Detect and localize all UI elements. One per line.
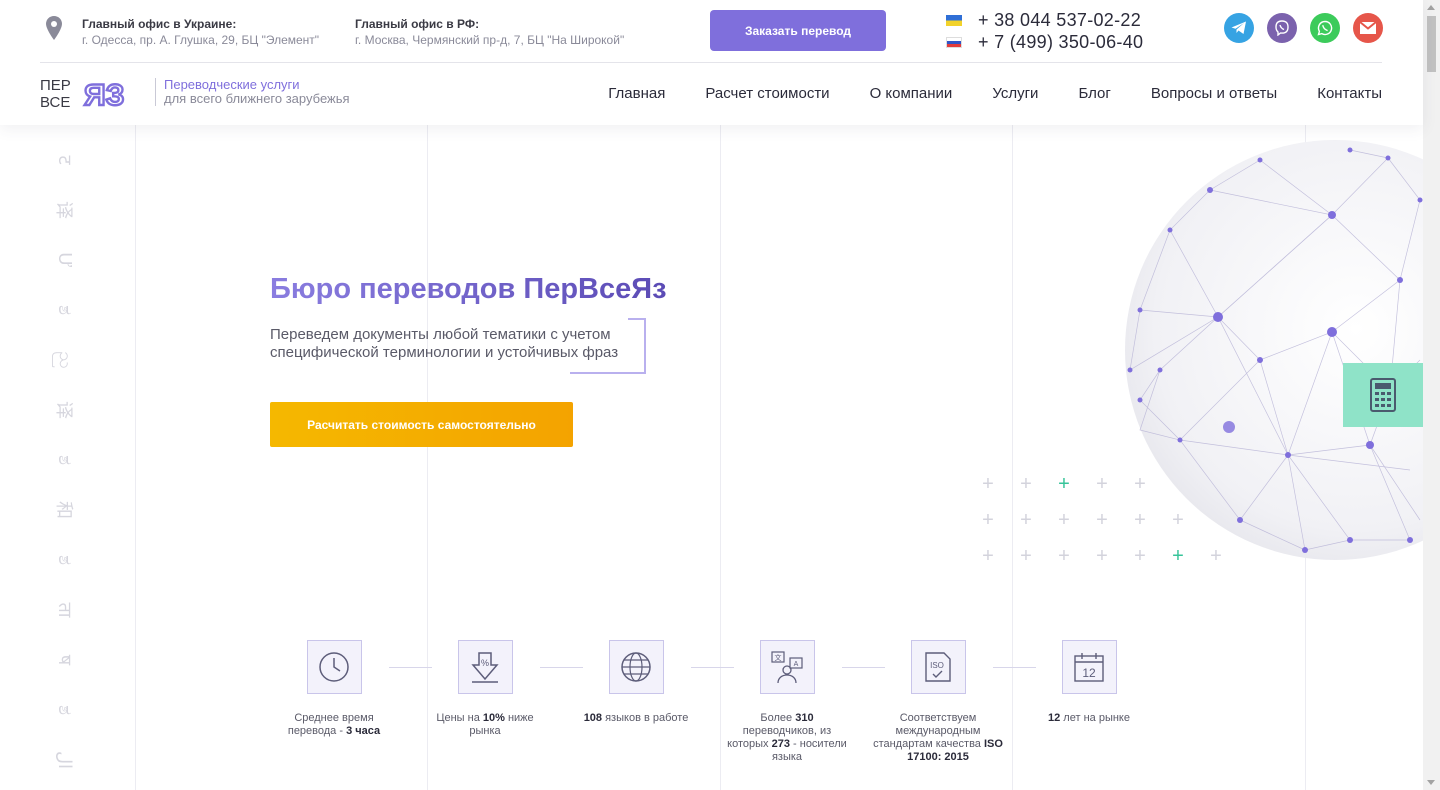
decorative-glyph: ष — [55, 654, 75, 666]
grid-line — [135, 125, 136, 790]
russia-office-address: г. Москва, Чермянский пр-д, 7, БЦ "На Ши… — [355, 33, 625, 47]
phone-ukraine[interactable]: + 38 044 537-02-22 — [946, 9, 1143, 31]
decorative-glyph: ည — [56, 351, 77, 369]
feature-text: 108 языков в работе — [583, 712, 689, 724]
feature-iso: ISO Соответствуем международным стандарт… — [873, 640, 1003, 764]
decorative-glyph: ता — [55, 602, 75, 618]
scrollbar-thumb[interactable] — [1427, 16, 1436, 72]
ukraine-flag-icon — [946, 14, 962, 26]
grid-line — [720, 125, 721, 790]
decorative-glyph: ಶ — [55, 555, 76, 565]
phone-russia[interactable]: + 7 (499) 350-06-40 — [946, 31, 1143, 53]
feature-years: 12 12 лет на рынке — [1024, 640, 1154, 725]
ukraine-office: Главный офис в Украине: г. Одесса, пр. А… — [82, 16, 319, 48]
clock-icon — [306, 640, 362, 694]
logo-line1: ПЕР — [40, 77, 71, 94]
feature-translators: 文A Более 310 переводчиков, из которых 27… — [722, 640, 852, 764]
russia-office: Главный офис в РФ: г. Москва, Чермянский… — [355, 16, 624, 48]
ukraine-office-address: г. Одесса, пр. А. Глушка, 29, БЦ "Элемен… — [82, 33, 320, 47]
decorative-glyph: 译 — [54, 201, 74, 219]
decorative-glyph: Ư — [55, 252, 76, 268]
hero-subtitle: Переведем документы любой тематики с уче… — [270, 326, 619, 361]
globe-icon — [608, 640, 664, 694]
header-divider — [40, 62, 1382, 63]
nav-item-home[interactable]: Главная — [608, 85, 665, 102]
decorative-glyph: ಶ — [55, 305, 76, 315]
map-pin-icon — [46, 16, 62, 40]
tagline: Переводческие услуги для всего ближнего … — [164, 78, 350, 106]
logo-mark: ЯЗ — [84, 79, 124, 110]
svg-text:ISO: ISO — [930, 661, 944, 670]
tagline-line1: Переводческие услуги — [164, 77, 300, 92]
site-logo[interactable]: ПЕР ВСЕ ЯЗ — [40, 76, 148, 113]
viber-icon[interactable] — [1267, 13, 1297, 43]
feature-text: Среднее время перевода - 3 часа — [287, 712, 381, 737]
translator-icon: 文A — [759, 640, 815, 694]
iso-icon: ISO — [910, 640, 966, 694]
telegram-icon[interactable] — [1224, 13, 1254, 43]
svg-text:A: A — [794, 661, 799, 668]
russia-office-title: Главный офис в РФ: — [355, 17, 480, 31]
calendar-number: 12 — [1082, 666, 1096, 680]
main-nav: Главная Расчет стоимости О компании Услу… — [608, 85, 1382, 102]
calculator-icon — [1370, 378, 1396, 412]
nav-item-pricing[interactable]: Расчет стоимости — [705, 85, 829, 102]
grid-line — [1012, 125, 1013, 790]
nav-item-about[interactable]: О компании — [870, 85, 953, 102]
logo-separator — [155, 78, 156, 106]
social-links — [1224, 13, 1383, 43]
phone-number[interactable]: + 38 044 537-02-22 — [978, 10, 1141, 31]
gmail-icon[interactable] — [1353, 13, 1383, 43]
scroll-up-icon[interactable] — [1427, 5, 1435, 10]
decorative-glyph: ट — [55, 155, 75, 165]
feature-languages: 108 языков в работе — [571, 640, 701, 725]
feature-text: 12 лет на рынке — [1048, 712, 1130, 724]
calculate-cost-button[interactable]: Расчитать стоимость самостоятельно — [270, 402, 573, 447]
phone-list: + 38 044 537-02-22 + 7 (499) 350-06-40 — [946, 9, 1143, 53]
decorative-glyph-column: ट 译 Ư ಶ ည 译 ಶ 和 ಶ ता ष ಶ ال — [50, 135, 80, 785]
decorative-glyph: 译 — [54, 401, 74, 419]
decorative-glyph: 和 — [54, 501, 74, 519]
russia-flag-icon — [946, 36, 962, 48]
logo-line2: ВСЕ — [40, 94, 70, 110]
feature-prices: % Цены на 10% ниже рынка — [420, 640, 550, 738]
hero-title: Бюро переводов ПерВсеЯз — [270, 273, 667, 305]
svg-text:%: % — [481, 658, 489, 668]
percent-down-icon: % — [457, 640, 513, 694]
nav-item-faq[interactable]: Вопросы и ответы — [1151, 85, 1277, 102]
calculator-widget-button[interactable] — [1343, 363, 1423, 427]
ukraine-office-title: Главный офис в Украине: — [82, 17, 237, 31]
feature-text: Цены на 10% ниже рынка — [436, 712, 534, 737]
decorative-glyph: ال — [55, 750, 76, 770]
decorative-glyph: ಶ — [55, 705, 76, 715]
nav-item-contacts[interactable]: Контакты — [1317, 85, 1382, 102]
feature-text: Более 310 переводчиков, из которых 273 -… — [727, 712, 847, 763]
svg-text:文: 文 — [775, 653, 782, 662]
order-translation-button[interactable]: Заказать перевод — [710, 10, 886, 51]
decorative-glyph: ಶ — [55, 455, 76, 465]
nav-item-services[interactable]: Услуги — [992, 85, 1038, 102]
whatsapp-icon[interactable] — [1310, 13, 1340, 43]
nav-item-blog[interactable]: Блог — [1078, 85, 1110, 102]
network-globe-illustration — [1120, 140, 1423, 570]
scroll-down-icon[interactable] — [1427, 780, 1435, 785]
feature-text: Соответствуем международным стандартам к… — [873, 712, 1003, 763]
site-header: Главный офис в Украине: г. Одесса, пр. А… — [0, 0, 1423, 125]
calendar-icon: 12 — [1061, 640, 1117, 694]
feature-turnaround: Среднее время перевода - 3 часа — [269, 640, 399, 738]
vertical-scrollbar[interactable] — [1423, 0, 1440, 790]
tagline-line2: для всего ближнего зарубежья — [164, 91, 350, 106]
phone-number[interactable]: + 7 (499) 350-06-40 — [978, 32, 1143, 53]
